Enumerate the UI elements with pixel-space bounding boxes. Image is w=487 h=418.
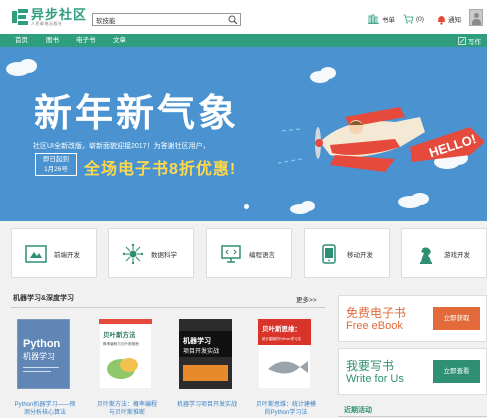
category-label: 数据科学 (151, 252, 177, 259)
search-box (92, 13, 241, 26)
write-link[interactable]: 写作 (458, 34, 481, 47)
nav-articles[interactable]: 文章 (113, 34, 126, 47)
category-game[interactable]: 游戏开发 (401, 228, 487, 278)
category-label: 编程语言 (249, 252, 275, 259)
cover-subtitle: 概率编程与贝叶斯推断 (103, 341, 139, 346)
edit-icon (458, 36, 466, 45)
search-icon[interactable] (228, 15, 238, 25)
free-ebook-title: 免费电子书 (346, 306, 407, 320)
monitor-icon (221, 245, 241, 263)
date-line-1: 即日起到 (43, 156, 69, 163)
banner-title: 新年新气象 (34, 91, 240, 135)
section-title: 机器学习&深度学习 (13, 295, 75, 302)
nav-books[interactable]: 图书 (46, 34, 59, 47)
cover-title: Python (23, 338, 61, 350)
book-cover[interactable]: Python 机器学习 (17, 319, 70, 389)
cart-link[interactable]: (0) (403, 13, 424, 25)
free-ebook-subtitle: Free eBook (346, 320, 403, 332)
book-title-line-1: 贝叶斯思维：统计建模 (255, 402, 316, 408)
category-label: 游戏开发 (444, 252, 470, 259)
category-label: 前端开发 (54, 252, 80, 259)
date-line-2: 1月26号 (44, 166, 68, 173)
book-card[interactable]: 贝叶斯思维： 统计建模的Python学习法 贝叶斯思维：统计建模 的Python… (253, 319, 316, 418)
free-ebook-box: 免费电子书 Free eBook 立即获取 (338, 295, 487, 342)
book-cover[interactable]: 机器学习 项目开发实战 (179, 319, 232, 389)
cover-subtitle: 项目开发实战 (183, 347, 219, 355)
cover-title: 贝叶斯思维： (262, 324, 301, 333)
cart-icon (403, 14, 414, 24)
book-title-line-2: 测分析核心算法 (23, 410, 66, 416)
book-cover[interactable]: 贝叶斯思维： 统计建模的Python学习法 (258, 319, 311, 389)
section-divider (11, 307, 325, 308)
category-label: 移动开发 (347, 252, 373, 259)
book-card[interactable]: 贝叶斯方法 概率编程与贝叶斯推断 贝叶斯方法：概率编程 与贝叶斯推断 (94, 319, 157, 418)
get-ebook-button[interactable]: 立即获取 (433, 307, 480, 330)
code-window-icon (25, 245, 47, 263)
nav-home[interactable]: 首页 (15, 34, 28, 47)
category-programming[interactable]: 编程语言 (206, 228, 292, 278)
bell-icon (438, 15, 445, 25)
cover-title: 机器学习 (183, 336, 211, 345)
category-mobile[interactable]: 移动开发 (304, 228, 390, 278)
book-title-line-2: 与贝叶斯推断 (108, 410, 145, 416)
banner-description: 社区UI全新改版，崭新面貌迎接2017！为答谢社区用户， (33, 143, 210, 150)
mobile-icon (322, 244, 336, 264)
book-card[interactable]: 机器学习 项目开发实战 机器学习项目开发实战 (174, 319, 237, 418)
site-logo[interactable]: 异步社区 人民邮电出版社 (12, 7, 87, 27)
main-nav: 首页 图书 电子书 文章 写作 (0, 34, 487, 47)
book-title[interactable]: 贝叶斯方法：概率编程 与贝叶斯推断 (94, 401, 160, 417)
book-title[interactable]: 贝叶斯思维：统计建模 的Python学习法 (253, 401, 319, 417)
nav-ebooks[interactable]: 电子书 (76, 34, 96, 47)
cart-count: (0) (416, 15, 424, 23)
more-link[interactable]: 更多>> (296, 294, 317, 304)
book-title[interactable]: Python机器学习——预 测分析核心算法 (12, 401, 78, 417)
category-data-science[interactable]: 数据科学 (108, 228, 194, 278)
bookshelf-icon (368, 14, 379, 24)
logo-subtitle: 人民邮电出版社 (31, 21, 63, 26)
promo-text: 全场电子书8折优惠! (84, 161, 237, 178)
view-now-button[interactable]: 立即查看 (433, 360, 480, 383)
activity-divider (338, 416, 487, 417)
chess-knight-icon (420, 247, 432, 264)
search-input[interactable] (96, 15, 224, 25)
carousel-dots (244, 204, 249, 211)
book-card[interactable]: Python 机器学习 Python机器学习——预 测分析核心算法 (12, 319, 75, 418)
notice-link[interactable]: 通知 (437, 13, 461, 25)
write-for-us-box: 我要写书 Write for Us 立即查看 (338, 348, 487, 395)
book-title-line-2: 的Python学习法 (264, 410, 308, 416)
write-book-title: 我要写书 (346, 359, 395, 373)
data-network-icon (122, 243, 144, 265)
category-row: 前端开发 数据科学 编程语言 移动开发 游戏开发 (11, 228, 487, 278)
user-avatar[interactable] (469, 9, 483, 26)
book-title[interactable]: 机器学习项目开发实战 (174, 401, 240, 409)
cover-title: 贝叶斯方法 (103, 330, 136, 339)
cover-subtitle: 机器学习 (23, 351, 55, 361)
category-frontend[interactable]: 前端开发 (11, 228, 97, 278)
date-box: 即日起到 1月26号 (35, 153, 77, 176)
book-cover[interactable]: 贝叶斯方法 概率编程与贝叶斯推断 (99, 319, 152, 389)
site-header: 异步社区 人民邮电出版社 书单 (0) 通知 (0, 0, 487, 34)
recent-activity-title: 近期活动 (344, 407, 372, 414)
book-title-line-1: Python机器学习——预 (14, 402, 76, 408)
logo-title: 异步社区 (31, 7, 88, 22)
write-book-subtitle: Write for Us (346, 373, 404, 385)
booklist-link[interactable]: 书单 (368, 13, 395, 25)
carousel-dot[interactable] (244, 204, 249, 209)
book-title-line-1: 机器学习项目开发实战 (176, 402, 237, 408)
notice-label: 通知 (448, 17, 461, 24)
logo-mark-icon (12, 9, 28, 25)
booklist-label: 书单 (382, 17, 395, 24)
write-label: 写作 (468, 38, 481, 46)
cover-subtitle: 统计建模的Python学习法 (262, 336, 301, 341)
book-title-line-1: 贝叶斯方法：概率编程 (96, 402, 157, 408)
promo-banner[interactable]: HELLO! 新年新气象 社区UI全新改版，崭新面貌迎接2017！为答谢社区用户… (0, 47, 487, 221)
